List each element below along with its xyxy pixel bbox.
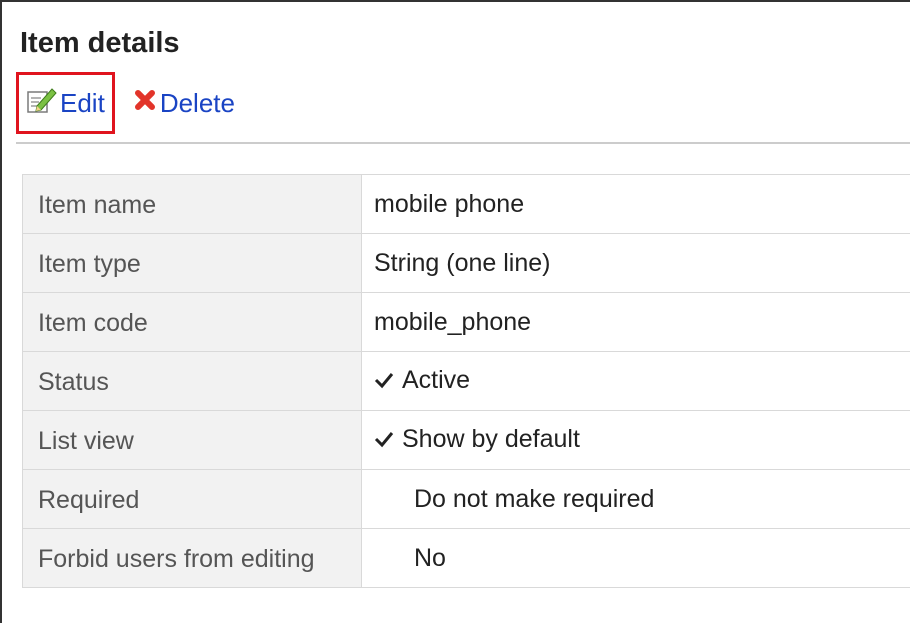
row-label: Required bbox=[22, 469, 362, 529]
row-label: Status bbox=[22, 351, 362, 411]
edit-button[interactable]: Edit bbox=[16, 72, 115, 134]
table-row-required: Required Do not make required bbox=[22, 469, 910, 529]
table-row-item-code: Item code mobile_phone bbox=[22, 292, 910, 352]
edit-icon bbox=[25, 86, 57, 121]
action-toolbar: Edit Delete bbox=[16, 72, 235, 134]
item-details-panel: Item details Edit Delete Item name mobil… bbox=[0, 0, 910, 623]
row-label: List view bbox=[22, 410, 362, 470]
checkmark-icon bbox=[374, 367, 396, 396]
row-value: Show by default bbox=[402, 425, 580, 453]
row-value: Active bbox=[402, 366, 471, 394]
table-row-item-name: Item name mobile phone bbox=[22, 174, 910, 234]
table-row-status: Status Active bbox=[22, 351, 910, 411]
row-label: Item code bbox=[22, 292, 362, 352]
row-value: Do not make required bbox=[361, 469, 910, 529]
delete-label: Delete bbox=[159, 87, 235, 118]
row-value: String (one line) bbox=[361, 233, 910, 293]
row-label: Forbid users from editing bbox=[22, 528, 362, 588]
table-row-item-type: Item type String (one line) bbox=[22, 233, 910, 293]
toolbar-divider bbox=[16, 142, 910, 144]
item-details-table: Item name mobile phone Item type String … bbox=[22, 174, 910, 588]
delete-button[interactable]: Delete bbox=[133, 88, 235, 119]
row-value-cell: Show by default bbox=[361, 410, 910, 470]
row-value: mobile_phone bbox=[361, 292, 910, 352]
row-label: Item name bbox=[22, 174, 362, 234]
row-value: mobile phone bbox=[361, 174, 910, 234]
delete-x-icon bbox=[133, 88, 157, 119]
checkmark-icon bbox=[374, 426, 396, 455]
edit-label: Edit bbox=[60, 87, 105, 118]
table-row-list-view: List view Show by default bbox=[22, 410, 910, 470]
row-label: Item type bbox=[22, 233, 362, 293]
row-value: No bbox=[361, 528, 910, 588]
row-value-cell: Active bbox=[361, 351, 910, 411]
table-row-forbid-editing: Forbid users from editing No bbox=[22, 528, 910, 588]
page-title: Item details bbox=[20, 27, 180, 59]
